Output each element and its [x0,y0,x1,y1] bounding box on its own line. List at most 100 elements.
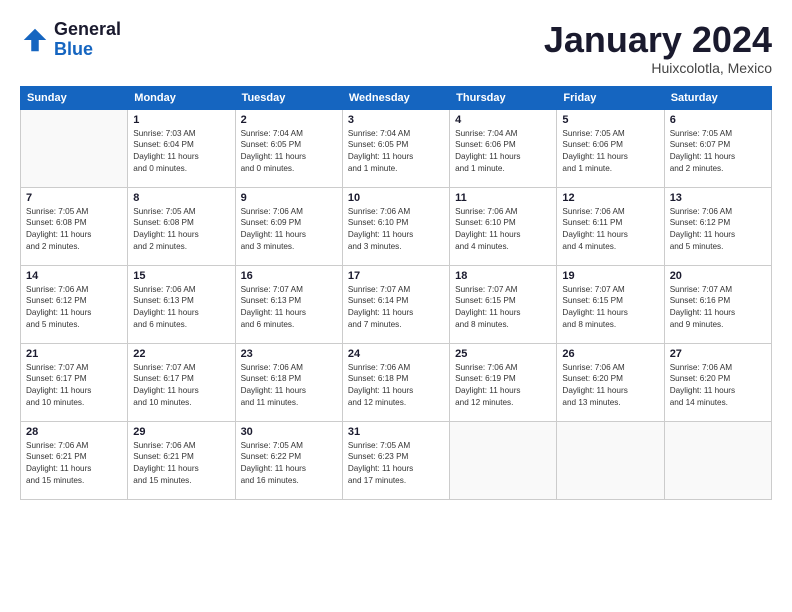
day-cell: 27 Sunrise: 7:06 AM Sunset: 6:20 PM Dayli… [664,343,771,421]
day-number: 21 [26,348,122,360]
day-info: Sunrise: 7:04 AM Sunset: 6:06 PM Dayligh… [455,128,551,176]
week-row-3: 21 Sunrise: 7:07 AM Sunset: 6:17 PM Dayli… [21,343,772,421]
day-info: Sunrise: 7:03 AM Sunset: 6:04 PM Dayligh… [133,128,229,176]
day-number: 22 [133,348,229,360]
header: General Blue January 2024 Huixcolotla, M… [20,20,772,76]
col-wednesday: Wednesday [342,86,449,109]
day-number: 19 [562,270,658,282]
day-cell [21,109,128,187]
day-info: Sunrise: 7:06 AM Sunset: 6:20 PM Dayligh… [670,362,766,410]
day-cell: 18Sunrise: 7:07 AM Sunset: 6:15 PM Dayli… [450,265,557,343]
day-info: Sunrise: 7:05 AM Sunset: 6:08 PM Dayligh… [133,206,229,254]
day-info: Sunrise: 7:06 AM Sunset: 6:12 PM Dayligh… [26,284,122,332]
day-number: 7 [26,192,122,204]
day-cell: 14 Sunrise: 7:06 AM Sunset: 6:12 PM Dayli… [21,265,128,343]
day-info: Sunrise: 7:06 AM Sunset: 6:19 PM Dayligh… [455,362,551,410]
day-number: 9 [241,192,337,204]
header-row: Sunday Monday Tuesday Wednesday Thursday… [21,86,772,109]
day-number: 16 [241,270,337,282]
day-cell: 26Sunrise: 7:06 AM Sunset: 6:20 PM Dayli… [557,343,664,421]
day-number: 6 [670,114,766,126]
day-cell: 30Sunrise: 7:05 AM Sunset: 6:22 PM Dayli… [235,421,342,499]
calendar-table: Sunday Monday Tuesday Wednesday Thursday… [20,86,772,500]
day-info: Sunrise: 7:07 AM Sunset: 6:16 PM Dayligh… [670,284,766,332]
day-number: 13 [670,192,766,204]
day-cell: 15 Sunrise: 7:06 AM Sunset: 6:13 PM Dayli… [128,265,235,343]
day-cell: 8Sunrise: 7:05 AM Sunset: 6:08 PM Daylig… [128,187,235,265]
col-friday: Friday [557,86,664,109]
day-number: 4 [455,114,551,126]
day-number: 31 [348,426,444,438]
day-cell: 5 Sunrise: 7:05 AM Sunset: 6:06 PM Daylig… [557,109,664,187]
week-row-0: 1 Sunrise: 7:03 AM Sunset: 6:04 PM Daylig… [21,109,772,187]
day-info: Sunrise: 7:05 AM Sunset: 6:23 PM Dayligh… [348,440,444,488]
day-number: 5 [562,114,658,126]
day-number: 14 [26,270,122,282]
day-cell: 16Sunrise: 7:07 AM Sunset: 6:13 PM Dayli… [235,265,342,343]
day-number: 3 [348,114,444,126]
day-info: Sunrise: 7:04 AM Sunset: 6:05 PM Dayligh… [241,128,337,176]
page: General Blue January 2024 Huixcolotla, M… [0,0,792,510]
day-cell: 1 Sunrise: 7:03 AM Sunset: 6:04 PM Daylig… [128,109,235,187]
day-cell: 19 Sunrise: 7:07 AM Sunset: 6:15 PM Dayli… [557,265,664,343]
logo: General Blue [20,20,121,60]
day-number: 29 [133,426,229,438]
col-monday: Monday [128,86,235,109]
day-cell: 6 Sunrise: 7:05 AM Sunset: 6:07 PM Daylig… [664,109,771,187]
day-info: Sunrise: 7:05 AM Sunset: 6:06 PM Dayligh… [562,128,658,176]
day-info: Sunrise: 7:06 AM Sunset: 6:09 PM Dayligh… [241,206,337,254]
day-number: 18 [455,270,551,282]
day-cell: 13 Sunrise: 7:06 AM Sunset: 6:12 PM Dayli… [664,187,771,265]
day-cell: 3 Sunrise: 7:04 AM Sunset: 6:05 PM Daylig… [342,109,449,187]
day-cell: 28 Sunrise: 7:06 AM Sunset: 6:21 PM Dayli… [21,421,128,499]
day-number: 12 [562,192,658,204]
col-thursday: Thursday [450,86,557,109]
day-number: 11 [455,192,551,204]
day-number: 23 [241,348,337,360]
day-cell: 23Sunrise: 7:06 AM Sunset: 6:18 PM Dayli… [235,343,342,421]
col-tuesday: Tuesday [235,86,342,109]
day-info: Sunrise: 7:06 AM Sunset: 6:12 PM Dayligh… [670,206,766,254]
day-info: Sunrise: 7:05 AM Sunset: 6:08 PM Dayligh… [26,206,122,254]
day-cell: 10Sunrise: 7:06 AM Sunset: 6:10 PM Dayli… [342,187,449,265]
day-info: Sunrise: 7:06 AM Sunset: 6:11 PM Dayligh… [562,206,658,254]
day-cell: 25 Sunrise: 7:06 AM Sunset: 6:19 PM Dayli… [450,343,557,421]
day-info: Sunrise: 7:06 AM Sunset: 6:18 PM Dayligh… [348,362,444,410]
day-cell: 21 Sunrise: 7:07 AM Sunset: 6:17 PM Dayli… [21,343,128,421]
day-cell: 4 Sunrise: 7:04 AM Sunset: 6:06 PM Daylig… [450,109,557,187]
location: Huixcolotla, Mexico [544,60,772,76]
day-cell: 9 Sunrise: 7:06 AM Sunset: 6:09 PM Daylig… [235,187,342,265]
day-info: Sunrise: 7:06 AM Sunset: 6:21 PM Dayligh… [26,440,122,488]
day-info: Sunrise: 7:04 AM Sunset: 6:05 PM Dayligh… [348,128,444,176]
day-number: 10 [348,192,444,204]
day-cell: 11 Sunrise: 7:06 AM Sunset: 6:10 PM Dayli… [450,187,557,265]
logo-text-blue: Blue [54,40,121,60]
day-cell: 31 Sunrise: 7:05 AM Sunset: 6:23 PM Dayli… [342,421,449,499]
day-cell: 29Sunrise: 7:06 AM Sunset: 6:21 PM Dayli… [128,421,235,499]
day-number: 15 [133,270,229,282]
day-info: Sunrise: 7:07 AM Sunset: 6:17 PM Dayligh… [133,362,229,410]
day-info: Sunrise: 7:06 AM Sunset: 6:13 PM Dayligh… [133,284,229,332]
title-block: January 2024 Huixcolotla, Mexico [544,20,772,76]
day-info: Sunrise: 7:05 AM Sunset: 6:22 PM Dayligh… [241,440,337,488]
day-info: Sunrise: 7:06 AM Sunset: 6:20 PM Dayligh… [562,362,658,410]
day-number: 25 [455,348,551,360]
day-info: Sunrise: 7:07 AM Sunset: 6:17 PM Dayligh… [26,362,122,410]
col-sunday: Sunday [21,86,128,109]
day-number: 20 [670,270,766,282]
day-cell [450,421,557,499]
day-info: Sunrise: 7:07 AM Sunset: 6:15 PM Dayligh… [562,284,658,332]
day-number: 27 [670,348,766,360]
day-number: 2 [241,114,337,126]
day-info: Sunrise: 7:06 AM Sunset: 6:10 PM Dayligh… [455,206,551,254]
month-title: January 2024 [544,20,772,60]
week-row-4: 28 Sunrise: 7:06 AM Sunset: 6:21 PM Dayli… [21,421,772,499]
day-info: Sunrise: 7:05 AM Sunset: 6:07 PM Dayligh… [670,128,766,176]
logo-icon [20,25,50,55]
day-number: 1 [133,114,229,126]
day-cell: 7 Sunrise: 7:05 AM Sunset: 6:08 PM Daylig… [21,187,128,265]
day-number: 17 [348,270,444,282]
logo-text-general: General [54,20,121,40]
day-number: 28 [26,426,122,438]
week-row-2: 14 Sunrise: 7:06 AM Sunset: 6:12 PM Dayli… [21,265,772,343]
